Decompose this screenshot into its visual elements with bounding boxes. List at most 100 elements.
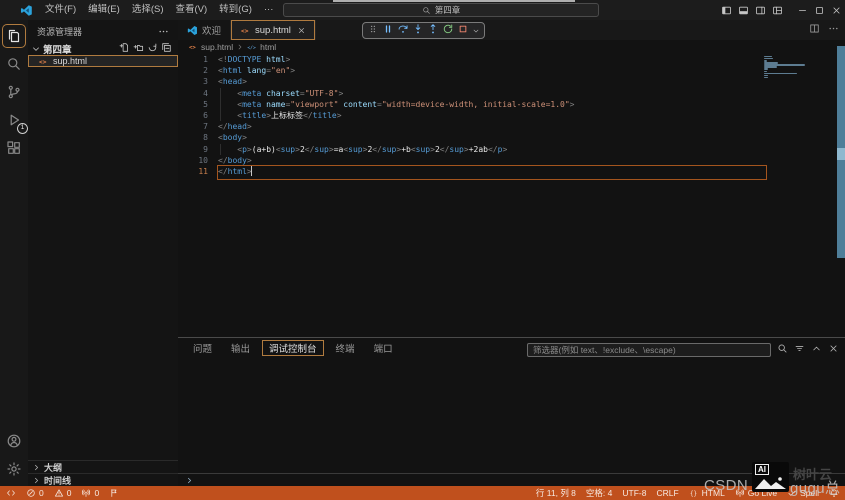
activity-item-search[interactable] (3, 53, 25, 75)
line-content: </html> (218, 166, 252, 177)
restart-icon (442, 23, 454, 35)
line-number: 7 (178, 121, 208, 132)
debug-stop-button[interactable] (457, 22, 469, 40)
file-item-sup-html[interactable]: <> sup.html (28, 55, 178, 67)
scrollbar[interactable] (837, 46, 845, 258)
menu-item-view[interactable]: 查看(V) (169, 0, 213, 20)
line-content: <p>(a+b)<sup>2</sup>=a<sup>2</sup>+b<sup… (218, 144, 507, 155)
activity-item-run-debug[interactable]: 1 (3, 109, 25, 131)
menu-item-file[interactable]: 文件(F) (39, 0, 82, 20)
panel-tab-output[interactable]: 输出 (224, 340, 257, 356)
explorer-actions (119, 42, 175, 56)
editor-actions (809, 20, 839, 40)
explorer-action-new-file[interactable] (119, 42, 130, 56)
scrollbar-slider[interactable] (837, 148, 845, 160)
layout-sidebar-right-icon (755, 5, 766, 16)
minimap[interactable] (764, 56, 834, 79)
menu-item-more[interactable]: ··· (258, 0, 280, 20)
debug-pause-button[interactable] (382, 22, 394, 40)
sidebar-more-actions-icon[interactable] (158, 26, 169, 37)
explorer-empty-area (28, 88, 178, 462)
tab-close-icon[interactable] (297, 26, 306, 35)
sidebar-header: 资源管理器 (28, 20, 178, 42)
activity-item-settings[interactable] (3, 458, 25, 480)
menu-item-selection[interactable]: 选择(S) (126, 0, 170, 20)
status-debug-flag[interactable] (109, 488, 119, 498)
code-line-1: 1<!DOCTYPE html> (178, 54, 845, 65)
command-center-search[interactable]: 第四章 (283, 3, 599, 17)
chevron-right-icon (32, 476, 41, 485)
explorer-action-refresh[interactable] (147, 42, 158, 56)
window-controls (718, 0, 845, 20)
status-indentation[interactable]: 空格: 4 (586, 487, 612, 499)
debug-restart-button[interactable] (442, 22, 454, 40)
debug-step-over-button[interactable] (397, 22, 409, 40)
tab-sup-html[interactable]: <>sup.html (231, 20, 316, 40)
line-content: <!DOCTYPE html> (218, 54, 290, 65)
panel-tab-debug-console[interactable]: 调试控制台 (262, 340, 324, 356)
debug-chevron-down-button[interactable] (472, 22, 480, 40)
outline-section[interactable]: 大纲 (28, 460, 178, 473)
minimize-button[interactable] (794, 0, 811, 20)
layout-panel-button[interactable] (735, 0, 752, 20)
debug-step-out-button[interactable] (427, 22, 439, 40)
status-warnings[interactable]: 0 (54, 488, 72, 498)
folder-section-header[interactable]: 第四章 (28, 42, 178, 55)
status-errors[interactable]: 0 (26, 488, 44, 498)
chevron-down-icon (472, 27, 480, 35)
close-button[interactable] (828, 0, 845, 20)
gripper-icon (367, 23, 379, 35)
editor-action-split-editor[interactable] (809, 21, 820, 39)
code-line-11: 11</html> (178, 166, 845, 177)
chevron-right-icon (236, 43, 244, 51)
debug-console-filter-input[interactable]: 筛选器(例如 text、!exclude、\escape) (527, 343, 771, 357)
text-cursor (251, 166, 252, 176)
breadcrumb-label: sup.html (201, 42, 233, 52)
debug-console-output[interactable] (178, 357, 845, 474)
html-file-icon: <> (240, 25, 251, 36)
breadcrumb-item[interactable]: <>sup.html (188, 42, 233, 52)
source-control-icon (6, 84, 22, 100)
layout-sidebar-right-button[interactable] (752, 0, 769, 20)
braces-icon: {} (689, 488, 699, 498)
pause-icon (382, 23, 394, 35)
panel-tab-problems[interactable]: 问题 (186, 340, 219, 356)
extensions-icon (6, 140, 22, 156)
menu-item-edit[interactable]: 编辑(E) (82, 0, 126, 20)
layout-customize-button[interactable] (769, 0, 786, 20)
status-label: 行 11, 列 8 (536, 487, 576, 499)
tab-welcome[interactable]: 欢迎 (178, 20, 231, 40)
close-icon (831, 5, 842, 16)
code-line-6: 6 <title>上标标签</title> (178, 110, 845, 121)
status-eol[interactable]: CRLF (656, 488, 678, 498)
search-icon (777, 343, 788, 354)
minimize-icon (797, 5, 808, 16)
code-editor[interactable]: 1<!DOCTYPE html>2<html lang="en">3<head>… (178, 54, 845, 338)
activity-item-explorer[interactable] (3, 25, 25, 47)
activity-item-extensions[interactable] (3, 137, 25, 159)
html-file-icon: <> (188, 42, 198, 52)
folder-name: 第四章 (43, 42, 72, 56)
menu-item-goto[interactable]: 转到(G) (213, 0, 258, 20)
panel-tab-terminal[interactable]: 终端 (329, 340, 362, 356)
step-into-icon (412, 23, 424, 35)
activity-item-source-control[interactable] (3, 81, 25, 103)
status-encoding[interactable]: UTF-8 (622, 488, 646, 498)
maximize-button[interactable] (811, 0, 828, 20)
status-remote[interactable] (6, 488, 16, 498)
error-circle-icon (26, 488, 36, 498)
layout-sidebar-left-button[interactable] (718, 0, 735, 20)
editor-action-ellipsis[interactable] (828, 21, 839, 39)
panel-tab-ports[interactable]: 端口 (367, 340, 400, 356)
activity-item-account[interactable] (3, 430, 25, 452)
breadcrumb-item[interactable]: </>html (247, 42, 276, 52)
explorer-action-collapse-all[interactable] (161, 42, 172, 56)
status-ports[interactable]: 0 (81, 488, 99, 498)
timeline-section[interactable]: 时间线 (28, 473, 178, 486)
explorer-action-new-folder[interactable] (133, 42, 144, 56)
bottom-panel: 问题输出调试控制台终端端口 筛选器(例如 text、!exclude、\esca… (178, 337, 845, 486)
status-cursor-position[interactable]: 行 11, 列 8 (536, 487, 576, 499)
debug-step-into-button[interactable] (412, 22, 424, 40)
editor-tab-bar: 欢迎<>sup.html (178, 20, 845, 40)
svg-text:{}: {} (690, 490, 697, 497)
